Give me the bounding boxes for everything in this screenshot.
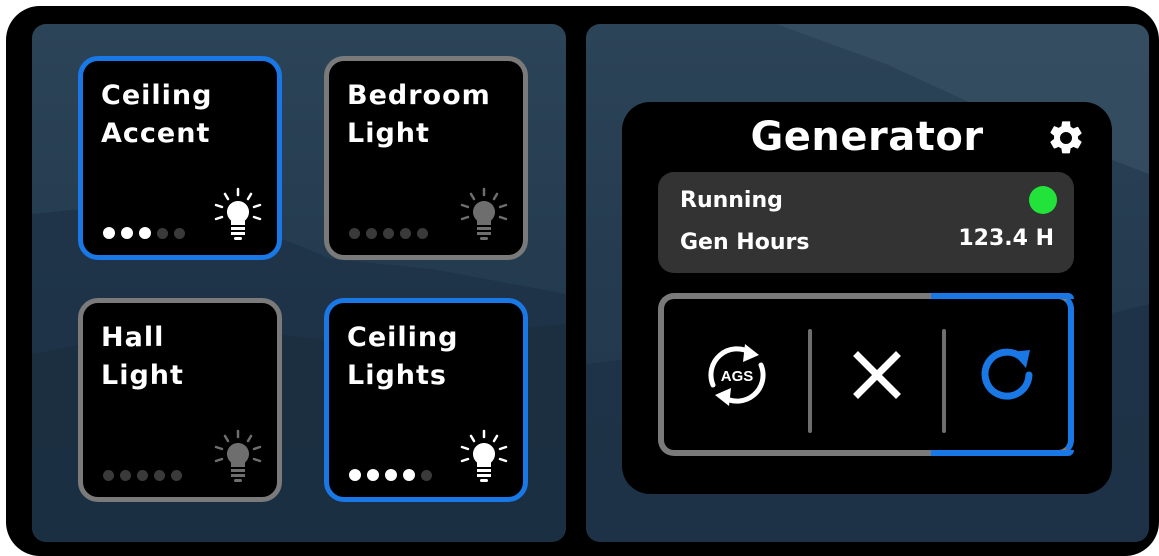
ags-text: AGS xyxy=(721,368,754,385)
tile-label: Bedroom Light xyxy=(347,80,491,149)
brightness-dot xyxy=(349,469,361,481)
brightness-dot xyxy=(137,470,148,481)
bulb-off-icon xyxy=(460,187,508,240)
device-frame: Ceiling Accent Bedroom Light Hall Light … xyxy=(6,6,1159,556)
generator-panel: Generator Running Gen Hours 123.4 H AGS xyxy=(586,24,1149,542)
brightness-dot xyxy=(417,228,428,239)
running-indicator xyxy=(1029,186,1057,214)
brightness-dot xyxy=(383,228,394,239)
gen-hours-value: 123.4 H xyxy=(958,226,1054,251)
brightness-dot xyxy=(103,227,115,239)
bulb-on-icon xyxy=(460,429,508,482)
bulb-off-icon xyxy=(214,429,262,482)
brightness-dots xyxy=(349,469,432,481)
brightness-dot xyxy=(403,469,415,481)
lights-panel: Ceiling Accent Bedroom Light Hall Light … xyxy=(32,24,566,542)
refresh-icon xyxy=(981,348,1033,400)
bulb-on-icon xyxy=(214,187,262,240)
ags-button[interactable]: AGS xyxy=(664,299,810,450)
brightness-dot xyxy=(154,470,165,481)
brightness-dot xyxy=(366,228,377,239)
brightness-dot xyxy=(367,469,379,481)
brightness-dot xyxy=(121,227,133,239)
brightness-dot xyxy=(103,470,114,481)
gear-icon[interactable] xyxy=(1046,118,1086,158)
light-tile-hall-light[interactable]: Hall Light xyxy=(78,298,282,502)
brightness-dot xyxy=(139,227,151,239)
tile-label: Hall Light xyxy=(101,322,184,391)
brightness-dot xyxy=(171,470,182,481)
tile-label: Ceiling Accent xyxy=(101,80,213,149)
light-tile-ceiling-lights[interactable]: Ceiling Lights xyxy=(324,298,528,502)
brightness-dot xyxy=(157,227,168,239)
light-tile-ceiling-accent[interactable]: Ceiling Accent xyxy=(78,56,282,260)
gen-hours-label: Gen Hours xyxy=(680,230,810,255)
close-icon xyxy=(853,350,901,399)
restart-button[interactable] xyxy=(946,299,1068,450)
brightness-dot xyxy=(421,469,432,481)
brightness-dot xyxy=(120,470,131,481)
brightness-dot xyxy=(174,227,185,239)
brightness-dots xyxy=(103,227,185,239)
light-tile-bedroom-light[interactable]: Bedroom Light xyxy=(324,56,528,260)
brightness-dot xyxy=(349,228,360,239)
generator-status-box: Running Gen Hours 123.4 H xyxy=(658,172,1074,273)
ags-cycle-icon: AGS xyxy=(708,343,766,406)
brightness-dot xyxy=(385,469,397,481)
brightness-dots xyxy=(103,470,182,481)
brightness-dot xyxy=(400,228,411,239)
brightness-dots xyxy=(349,228,428,239)
status-label: Running xyxy=(680,188,783,213)
controls-accent-bottom xyxy=(931,450,1074,456)
generator-title: Generator xyxy=(750,114,984,160)
stop-button[interactable] xyxy=(812,299,942,450)
generator-controls: AGS xyxy=(658,293,1074,456)
tile-label: Ceiling Lights xyxy=(347,322,459,391)
generator-card: Generator Running Gen Hours 123.4 H AGS xyxy=(622,102,1112,494)
